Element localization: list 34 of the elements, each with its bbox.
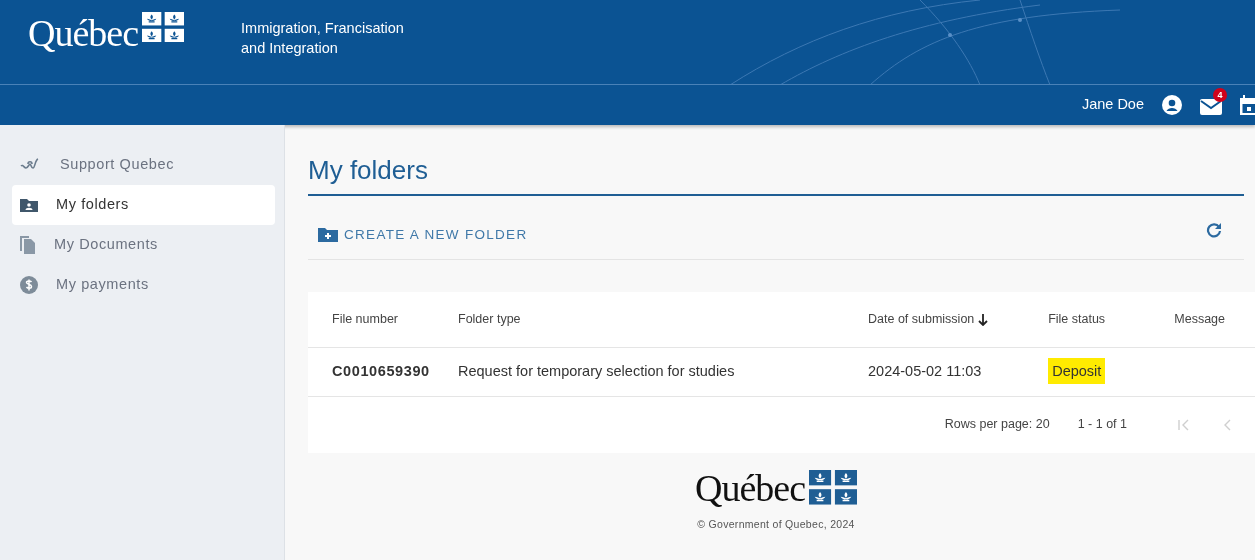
add-folder-icon — [318, 227, 338, 243]
page-range: 1 - 1 of 1 — [1077, 416, 1127, 434]
submission-date: 2024-05-02 11:03 — [868, 362, 982, 379]
quebec-logo-text: Québec — [28, 14, 139, 52]
create-folder-button[interactable]: CREATE A NEW FOLDER — [318, 210, 528, 260]
calendar-icon[interactable] — [1240, 95, 1255, 115]
page-title: My folders — [308, 155, 1244, 197]
quebec-logo-text: Québec — [694, 468, 805, 507]
folder-icon — [20, 198, 38, 212]
column-header[interactable]: Message — [1174, 312, 1225, 327]
copyright-text: © Government of Quebec, 2024 — [697, 516, 855, 532]
flag-icon — [142, 12, 185, 43]
ministry-title: Immigration, Francisation and Integration — [241, 19, 405, 58]
refresh-icon[interactable] — [1206, 222, 1222, 239]
user-name[interactable]: Jane Doe — [1081, 94, 1144, 116]
folder-type: Request for temporary selection for studies — [458, 362, 735, 379]
column-header[interactable]: File status — [1048, 312, 1106, 327]
sidebar-item[interactable]: My payments — [12, 265, 275, 305]
sidebar-item[interactable]: My Documents — [12, 225, 275, 265]
rows-per-page[interactable]: Rows per page: 20 — [944, 415, 1050, 435]
file-status: Deposit — [1048, 357, 1106, 384]
account-icon[interactable] — [1162, 95, 1182, 115]
column-header[interactable]: Folder type — [458, 312, 521, 327]
flag-icon — [809, 470, 857, 505]
mail-icon[interactable] — [1200, 99, 1222, 115]
dollar-icon — [20, 276, 38, 294]
column-header[interactable]: Date of submission — [868, 312, 988, 327]
file-number[interactable]: C0010659390 — [332, 362, 430, 379]
notification-badge: 4 — [1213, 88, 1227, 102]
column-header[interactable]: File number — [332, 312, 398, 327]
documents-icon — [20, 236, 36, 254]
sidebar-item[interactable]: Support Quebec — [12, 145, 275, 185]
sort-arrow-icon[interactable] — [977, 313, 988, 326]
sidebar-item[interactable]: My folders — [12, 185, 275, 225]
